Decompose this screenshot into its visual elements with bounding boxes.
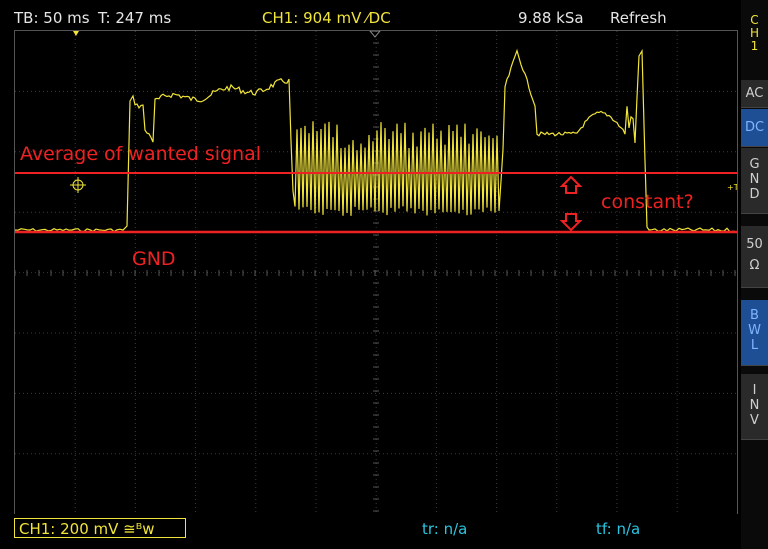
impedance-50-ohm-button[interactable]: 50 Ω	[741, 226, 768, 288]
button-label: D	[749, 187, 760, 202]
horizontal-center-icon	[368, 30, 382, 38]
button-label: N	[749, 398, 760, 413]
waveform-svg: Average of wanted signal GND constant? +…	[3, 30, 741, 514]
ch1-scale-box[interactable]: CH1: 200 mV ≅ᴮw	[14, 518, 186, 538]
button-label: Ω	[749, 258, 760, 273]
trigger-position-icon	[73, 31, 79, 36]
button-label: W	[748, 323, 761, 338]
button-label: DC	[744, 120, 765, 135]
channel-tag-char: 1	[750, 39, 759, 53]
button-label: AC	[745, 86, 764, 101]
constant-label: constant?	[601, 191, 694, 213]
gnd-coupling-button[interactable]: G N D	[741, 148, 768, 214]
button-label: G	[749, 157, 760, 172]
bandwidth-limit-button[interactable]: B W L	[741, 300, 768, 366]
crosshair-cursor-icon[interactable]	[70, 177, 86, 193]
waveform-display[interactable]: Average of wanted signal GND constant? +…	[3, 30, 741, 515]
sample-rate-readout: 9.88 kSa	[518, 9, 584, 27]
channel-tag: C H 1	[741, 14, 768, 53]
button-label: B	[750, 308, 759, 323]
timebase-readout[interactable]: TB: 50 ms	[14, 9, 90, 27]
button-label: L	[750, 338, 759, 353]
button-label: 50	[746, 237, 763, 252]
up-arrow-icon	[559, 175, 583, 194]
acquisition-mode[interactable]: Refresh	[610, 9, 667, 27]
ac-coupling-button[interactable]: AC	[741, 80, 768, 108]
down-arrow-icon	[559, 213, 583, 232]
fall-time-readout: tf: n/a	[596, 520, 641, 538]
button-label: I	[752, 383, 757, 398]
rise-time-readout: tr: n/a	[422, 520, 468, 538]
button-label: V	[750, 413, 759, 428]
gnd-label: GND	[132, 248, 176, 270]
status-bar: TB: 50 ms T: 247 ms CH1: 904 mV ⁄DC 9.88…	[0, 0, 740, 30]
button-label: N	[749, 172, 760, 187]
bottom-bar: CH1: 200 mV ≅ᴮw tr: n/a tf: n/a	[0, 514, 740, 549]
invert-button[interactable]: I N V	[741, 374, 768, 440]
side-menu: C H 1 AC DC G N D 50 Ω B W L I N V	[741, 0, 768, 549]
trigger-time-readout[interactable]: T: 247 ms	[98, 9, 171, 27]
center-ticks	[14, 30, 736, 512]
average-label: Average of wanted signal	[20, 143, 261, 165]
dc-coupling-button[interactable]: DC	[741, 109, 768, 147]
trigger-level-marker: +T-	[727, 183, 737, 192]
channel-readout[interactable]: CH1: 904 mV ⁄DC	[262, 9, 391, 27]
